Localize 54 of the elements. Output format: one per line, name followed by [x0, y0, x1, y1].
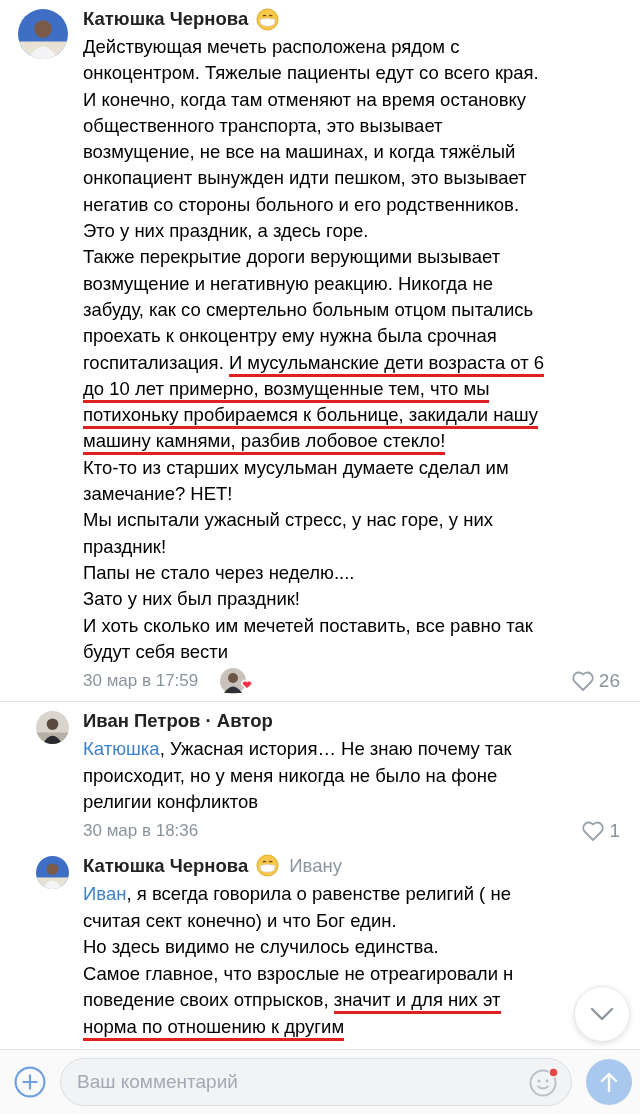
comment-text: возмущение и негативную реакцию. Никогда не	[83, 271, 493, 296]
author-name[interactable]: Иван Петров · Автор	[83, 710, 273, 733]
comment-text: онкоцентром. Тяжелые пациенты едут со всего края.	[83, 61, 539, 86]
smiley-icon[interactable]	[528, 1066, 560, 1098]
comment-text: потихоньку пробираемся к больнице, закидали нашу	[83, 402, 538, 429]
comment-text: Действующая мечеть расположена рядом с	[83, 35, 460, 59]
comment-text: Но здесь видимо не случилось единства.	[83, 935, 439, 960]
comment-text: до 10 лет примерно, возмущенные тем, что мы	[83, 375, 490, 403]
comment-text: забуду, как со смертельно больным отцом пытались	[83, 297, 534, 322]
comment-text: праздник!	[83, 534, 167, 559]
comment-text: возмущение, не все на машинах, и когда тяжёлый	[83, 140, 516, 165]
comment-text: Кто-то из старших мусульман думаете сделал им	[83, 455, 509, 480]
comment-input[interactable]: Ваш комментарий	[60, 1058, 572, 1106]
comment-text: И конечно, когда там отменяют на время остановку	[83, 87, 527, 112]
comment-text: Это у них праздник, а здесь горе.	[83, 219, 369, 244]
comment-text: машину камнями, разбив лобовое стекло!	[83, 428, 446, 455]
comment-text: общественного транспорта, это вызывает	[83, 113, 443, 138]
avatar[interactable]	[36, 711, 69, 745]
comment-text: Самое главное, что взрослые не отреагировали н	[83, 961, 514, 986]
like-count: 26	[598, 669, 620, 692]
scroll-down-button[interactable]	[574, 986, 630, 1042]
comment-text: негатив со стороны больного и его родственников.	[83, 192, 520, 217]
comment-text: религии конфликтов	[83, 790, 259, 815]
arrow-up-icon	[599, 1071, 619, 1093]
heart-icon[interactable]	[570, 669, 595, 692]
comment-text: происходит, но у меня никогда не было на фоне	[83, 763, 498, 788]
heart-icon[interactable]	[581, 820, 606, 843]
liker-avatar-icon[interactable]	[220, 666, 255, 695]
comment-text: проехать к онкоцентру ему нужна была срочная	[83, 324, 497, 349]
comment-text: Также перекрытие дороги верующими вызывает	[83, 245, 501, 270]
comment-text: Зато у них был праздник!	[83, 587, 300, 612]
mention-link[interactable]: Иван	[83, 882, 127, 904]
comment-text: норма по отношению к другим	[83, 1013, 345, 1041]
author-name[interactable]: Катюшка Чернова	[83, 854, 249, 877]
comment-date: 30 мар в 17:59	[83, 670, 199, 691]
comment-text: онкопациент вынужден идти пешком, это вызывает	[83, 166, 527, 191]
comment-text: будут себя вести	[83, 639, 229, 664]
comment-text: Папы не стало через неделю....	[83, 560, 355, 585]
like-count: 1	[609, 820, 620, 843]
avatar[interactable]	[18, 9, 68, 59]
comment-text: замечание? НЕТ!	[83, 482, 233, 507]
chevron-down-icon	[590, 1007, 614, 1021]
comment-text: госпитализация. И мусульманские дети возраста от 6	[83, 349, 545, 376]
comment-text: , я всегда говорила о равенстве религий ( не	[126, 882, 511, 904]
comment-text: , Ужасная история… Не знаю почему так	[159, 738, 512, 760]
comment-text: считая сект конечно) и что Бог един.	[83, 908, 397, 933]
comment-text: И хоть сколько им мечетей поставить, все равно так	[83, 613, 533, 638]
comment-date: 30 мар в 18:36	[83, 821, 199, 842]
add-attachment-icon[interactable]	[14, 1066, 46, 1098]
comment-text: поведение своих отпрысков, значит и для них эт	[83, 987, 501, 1014]
avatar[interactable]	[36, 855, 69, 889]
author-name[interactable]: Катюшка Чернова	[83, 8, 249, 30]
comment-text: Мы испытали ужасный стресс, у нас горе, у них	[83, 508, 493, 533]
mention-link[interactable]: Катюшка	[83, 738, 160, 760]
